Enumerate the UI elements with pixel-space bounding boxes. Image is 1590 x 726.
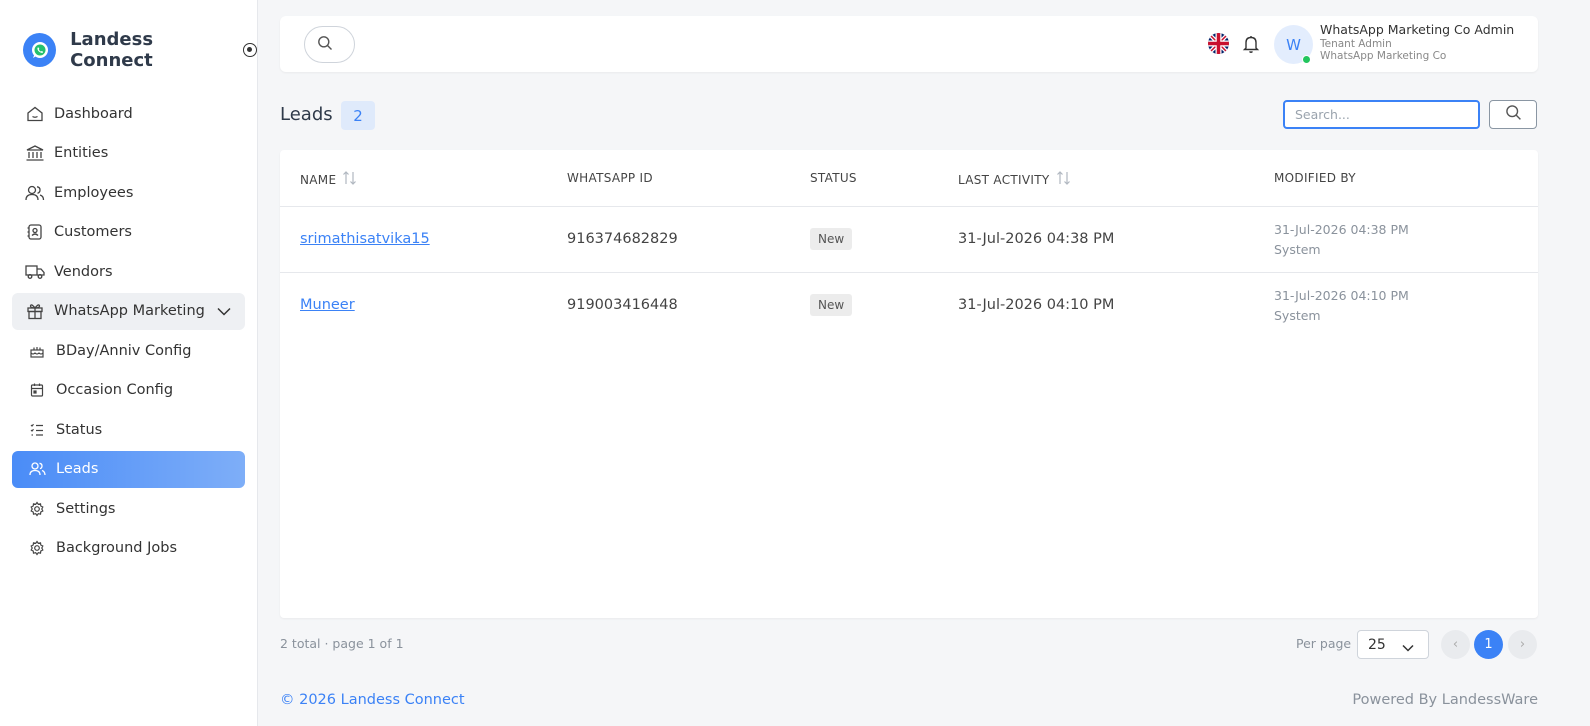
user-name: WhatsApp Marketing Co Admin bbox=[1320, 22, 1515, 37]
modified-user: System bbox=[1274, 242, 1321, 257]
global-search-button[interactable] bbox=[304, 26, 355, 63]
table-row: Muneer 919003416448 New 31-Jul-2026 04:1… bbox=[280, 273, 1538, 339]
sidebar-item-label: Background Jobs bbox=[56, 540, 178, 556]
brand-name: Landess Connect bbox=[70, 29, 154, 71]
page-1-button[interactable]: 1 bbox=[1474, 630, 1503, 659]
next-page-button[interactable]: › bbox=[1508, 630, 1537, 659]
modified-user: System bbox=[1274, 308, 1321, 323]
gift-icon bbox=[24, 300, 46, 322]
sidebar: Landess Connect Dashboard Entities Emplo… bbox=[0, 0, 258, 726]
sidebar-item-bday-anniv-config[interactable]: BDay/Anniv Config bbox=[12, 332, 245, 369]
search-icon bbox=[1505, 104, 1522, 125]
table-header: NAME WHATSAPP ID STATUS LAST ACTIVITY MO… bbox=[280, 150, 1538, 207]
sidebar-item-vendors[interactable]: Vendors bbox=[12, 253, 245, 290]
online-status-dot bbox=[1302, 55, 1311, 64]
leads-table: NAME WHATSAPP ID STATUS LAST ACTIVITY MO… bbox=[280, 150, 1538, 618]
sidebar-toggle-icon[interactable] bbox=[243, 43, 257, 57]
bank-icon bbox=[24, 142, 46, 164]
column-header-modified-by: MODIFIED BY bbox=[1274, 171, 1356, 185]
gear-icon bbox=[26, 498, 48, 520]
column-header-status: STATUS bbox=[810, 171, 857, 185]
topbar: W WhatsApp Marketing Co Admin Tenant Adm… bbox=[280, 16, 1538, 72]
sidebar-item-dashboard[interactable]: Dashboard bbox=[12, 95, 245, 132]
column-header-label: NAME bbox=[300, 172, 337, 187]
calendar-icon bbox=[26, 379, 48, 401]
brand[interactable]: Landess Connect bbox=[23, 29, 257, 71]
modified-by: 31-Jul-2026 04:10 PM System bbox=[1274, 286, 1409, 326]
powered-by: Powered By LandessWare bbox=[1352, 692, 1538, 708]
sidebar-item-label: WhatsApp Marketing bbox=[54, 303, 205, 319]
chevron-down-icon bbox=[217, 307, 231, 316]
truck-icon bbox=[24, 261, 46, 283]
column-header-label: STATUS bbox=[810, 171, 857, 185]
sidebar-item-settings[interactable]: Settings bbox=[12, 490, 245, 527]
table-row: srimathisatvika15 916374682829 New 31-Ju… bbox=[280, 207, 1538, 273]
sidebar-item-label: Employees bbox=[54, 184, 134, 201]
cake-icon bbox=[26, 340, 48, 362]
whatsapp-logo-icon bbox=[23, 33, 57, 67]
last-activity: 31-Jul-2026 04:10 PM bbox=[958, 297, 1115, 313]
status-badge: New bbox=[810, 294, 853, 316]
sidebar-item-entities[interactable]: Entities bbox=[12, 135, 245, 172]
column-header-label: WHATSAPP ID bbox=[567, 171, 653, 185]
sidebar-item-label: Occasion Config bbox=[56, 382, 174, 398]
users-icon bbox=[24, 182, 46, 204]
sort-icon[interactable] bbox=[342, 171, 358, 188]
notification-bell-icon[interactable] bbox=[1242, 34, 1260, 58]
copyright: © 2026 Landess Connect bbox=[280, 692, 465, 708]
sidebar-nav: Dashboard Entities Employees Customers V… bbox=[12, 95, 245, 569]
per-page-value: 25 bbox=[1368, 636, 1386, 653]
sidebar-item-label: Settings bbox=[56, 500, 116, 517]
search-button[interactable] bbox=[1489, 100, 1537, 129]
search-input[interactable] bbox=[1283, 100, 1480, 129]
language-flag-icon[interactable] bbox=[1208, 33, 1229, 54]
sidebar-item-label: Status bbox=[56, 421, 103, 438]
gear-icon bbox=[26, 537, 48, 559]
sidebar-item-employees[interactable]: Employees bbox=[12, 174, 245, 211]
user-menu[interactable]: WhatsApp Marketing Co Admin Tenant Admin… bbox=[1320, 22, 1515, 62]
home-icon bbox=[24, 103, 46, 125]
sidebar-item-label: Dashboard bbox=[54, 105, 133, 122]
whatsapp-id: 916374682829 bbox=[567, 231, 678, 247]
column-header-whatsapp-id: WHATSAPP ID bbox=[567, 171, 653, 185]
per-page-label: Per page bbox=[1296, 636, 1352, 651]
sidebar-item-status[interactable]: Status bbox=[12, 411, 245, 448]
sidebar-item-label: Leads bbox=[56, 461, 99, 477]
sidebar-item-customers[interactable]: Customers bbox=[12, 214, 245, 251]
search-icon bbox=[317, 35, 333, 55]
whatsapp-id: 919003416448 bbox=[567, 297, 678, 313]
column-header-last-activity[interactable]: LAST ACTIVITY bbox=[958, 171, 1072, 188]
contact-card-icon bbox=[24, 221, 46, 243]
page-title: Leads bbox=[280, 104, 333, 125]
sidebar-item-whatsapp-marketing[interactable]: WhatsApp Marketing bbox=[12, 292, 245, 330]
sidebar-item-occasion-config[interactable]: Occasion Config bbox=[12, 372, 245, 409]
sidebar-item-leads[interactable]: Leads bbox=[12, 450, 245, 488]
status-badge: New bbox=[810, 228, 853, 250]
sidebar-item-background-jobs[interactable]: Background Jobs bbox=[12, 530, 245, 567]
per-page-select[interactable]: 25 bbox=[1357, 630, 1429, 659]
count-badge: 2 bbox=[341, 101, 375, 130]
users-icon bbox=[26, 458, 48, 480]
lead-name-link[interactable]: srimathisatvika15 bbox=[300, 231, 430, 247]
sidebar-item-label: Vendors bbox=[54, 263, 113, 280]
modified-by: 31-Jul-2026 04:38 PM System bbox=[1274, 220, 1409, 260]
sidebar-item-label: Customers bbox=[54, 224, 132, 240]
lead-name-link[interactable]: Muneer bbox=[300, 297, 355, 313]
chevron-down-icon bbox=[1402, 640, 1414, 656]
modified-date: 31-Jul-2026 04:10 PM bbox=[1274, 288, 1409, 303]
last-activity: 31-Jul-2026 04:38 PM bbox=[958, 231, 1115, 247]
modified-date: 31-Jul-2026 04:38 PM bbox=[1274, 222, 1409, 237]
sidebar-item-label: BDay/Anniv Config bbox=[56, 342, 192, 359]
pagination-summary: 2 total · page 1 of 1 bbox=[280, 636, 404, 651]
user-org: WhatsApp Marketing Co bbox=[1320, 50, 1447, 62]
sort-icon[interactable] bbox=[1056, 171, 1072, 188]
checklist-icon bbox=[26, 419, 48, 441]
column-header-name[interactable]: NAME bbox=[300, 171, 358, 188]
user-role: Tenant Admin bbox=[1320, 37, 1392, 50]
column-header-label: LAST ACTIVITY bbox=[958, 172, 1050, 187]
column-header-label: MODIFIED BY bbox=[1274, 171, 1356, 185]
previous-page-button[interactable]: ‹ bbox=[1441, 630, 1470, 659]
sidebar-item-label: Entities bbox=[54, 145, 109, 161]
